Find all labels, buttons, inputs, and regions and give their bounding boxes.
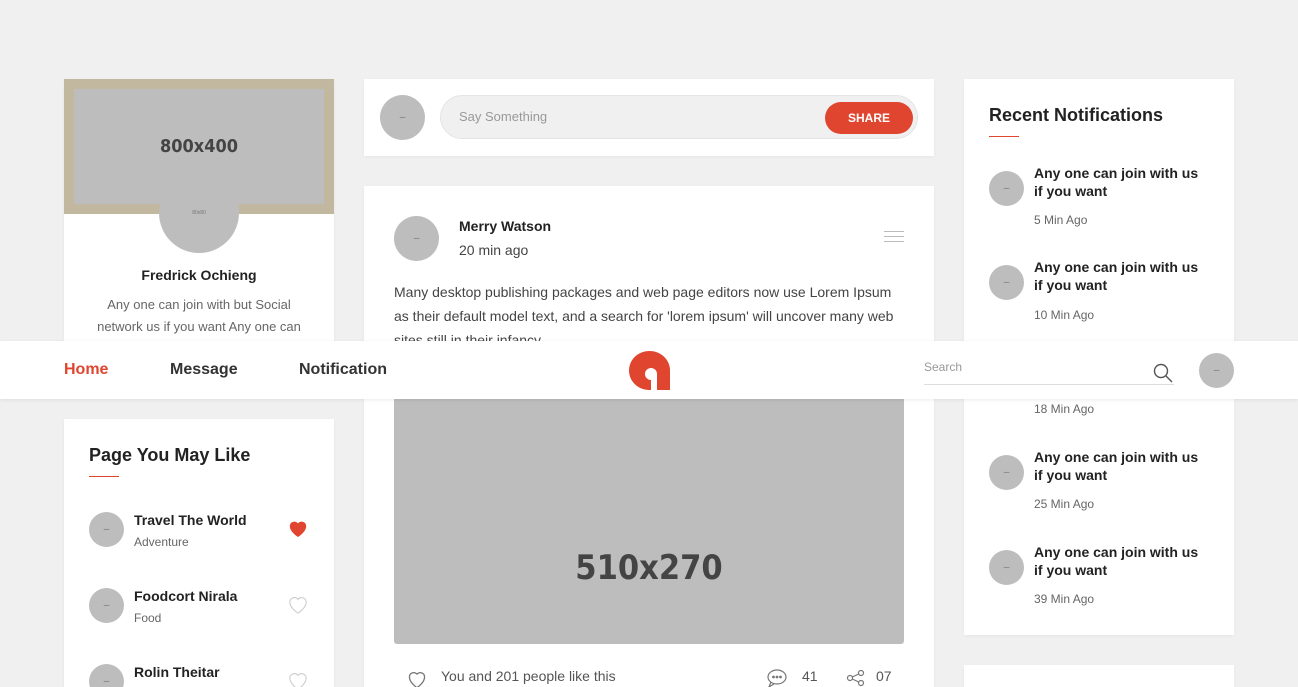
notification-time: 18 Min Ago	[1034, 402, 1095, 416]
notification-avatar: –	[989, 265, 1024, 300]
notification-time: 39 Min Ago	[1034, 592, 1095, 606]
search-input[interactable]	[924, 360, 1134, 374]
notification-avatar: –	[989, 550, 1024, 585]
search-icon[interactable]	[1153, 363, 1173, 383]
logo-icon[interactable]	[629, 351, 670, 390]
nav-home[interactable]: Home	[64, 361, 108, 379]
notifications-title-underline	[989, 136, 1019, 137]
notification-text[interactable]: Any one can join with us if you want	[1034, 448, 1209, 484]
page-avatar: –	[89, 588, 124, 623]
heart-filled-icon[interactable]	[287, 518, 309, 538]
post-author[interactable]: Merry Watson	[459, 218, 551, 234]
search-bar	[924, 357, 1174, 385]
composer-box: SHARE	[440, 95, 918, 139]
page-category: Food	[134, 611, 162, 625]
post-likes-text: You and 201 people like this	[441, 668, 616, 684]
notification-time: 5 Min Ago	[1034, 213, 1088, 227]
notification-text[interactable]: Any one can join with us if you want	[1034, 164, 1209, 200]
comment-count: 41	[802, 668, 818, 684]
post-time: 20 min ago	[459, 242, 529, 258]
notification-text[interactable]: Any one can join with us if you want	[1034, 258, 1209, 294]
profile-name[interactable]: Fredrick Ochieng	[64, 267, 334, 283]
notification-time: 25 Min Ago	[1034, 497, 1095, 511]
share-icon[interactable]	[846, 669, 866, 687]
page-name[interactable]: Travel The World	[134, 512, 247, 528]
notifications-title: Recent Notifications	[989, 105, 1164, 125]
page-item[interactable]: – Foodcort Nirala Food	[89, 588, 309, 628]
profile-bio: Any one can join with but Social network…	[97, 297, 301, 334]
post-card: – Merry Watson 20 min ago Many desktop p…	[364, 186, 934, 687]
heart-outline-icon[interactable]	[287, 594, 309, 614]
page-name[interactable]: Rolin Theitar	[134, 664, 220, 680]
share-button[interactable]: SHARE	[825, 102, 913, 134]
share-count: 07	[876, 668, 892, 684]
nav-notification[interactable]: Notification	[299, 361, 387, 379]
profile-avatar[interactable]: 80x80	[159, 173, 239, 253]
page-item[interactable]: – Rolin Theitar	[89, 664, 309, 687]
notification-text[interactable]: Any one can join with us if you want	[1034, 543, 1209, 579]
pages-title-underline	[89, 476, 119, 477]
page-avatar: –	[89, 664, 124, 687]
notification-time: 10 Min Ago	[1034, 308, 1095, 322]
page-category: Adventure	[134, 535, 189, 549]
page-name[interactable]: Foodcort Nirala	[134, 588, 237, 604]
notification-avatar: –	[989, 171, 1024, 206]
composer-avatar: –	[380, 95, 425, 140]
composer-input[interactable]	[459, 109, 799, 124]
user-avatar[interactable]: –	[1199, 353, 1234, 388]
sidebar-card	[964, 665, 1234, 687]
pages-title: Page You May Like	[89, 445, 251, 465]
post-composer: – SHARE	[364, 79, 934, 156]
comment-icon[interactable]	[766, 668, 790, 687]
nav-message[interactable]: Message	[170, 361, 238, 379]
post-image: 510x270	[394, 391, 904, 644]
pages-card: Page You May Like – Travel The World Adv…	[64, 419, 334, 687]
menu-icon[interactable]	[884, 231, 904, 246]
page-item[interactable]: – Travel The World Adventure	[89, 512, 309, 552]
heart-outline-icon[interactable]	[287, 670, 309, 687]
top-navbar: Home Message Notification –	[0, 341, 1298, 399]
profile-card: 800x400 80x80 Fredrick Ochieng Any one c…	[64, 79, 334, 341]
post-author-avatar[interactable]: –	[394, 216, 439, 261]
page-avatar: –	[89, 512, 124, 547]
heart-outline-icon[interactable]	[404, 666, 430, 687]
notification-avatar: –	[989, 455, 1024, 490]
